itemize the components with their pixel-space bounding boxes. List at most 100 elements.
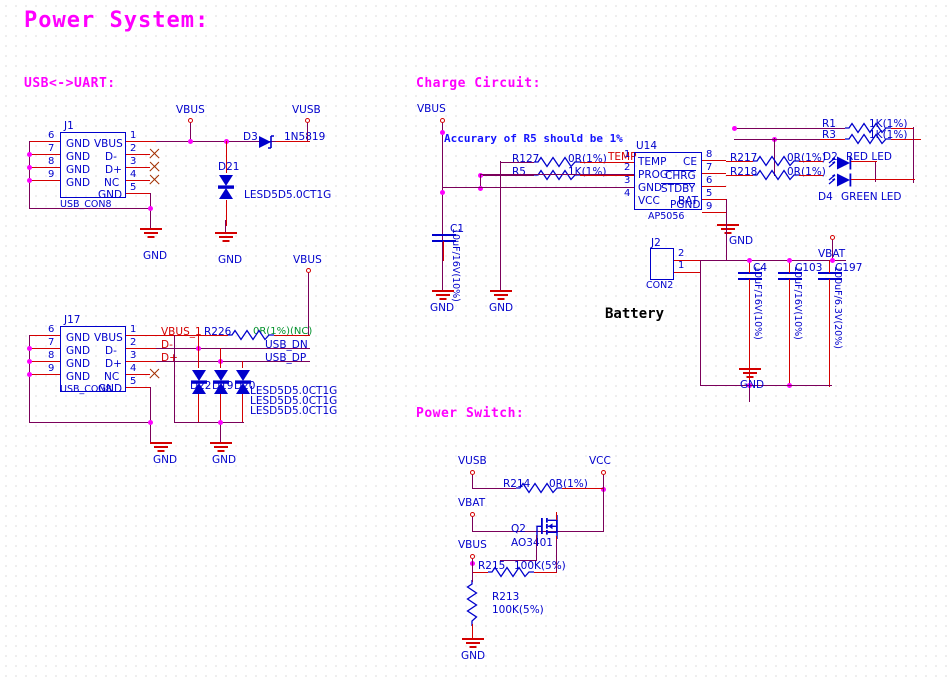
j17-gnd-to-symbol	[150, 422, 152, 442]
d2-lead-right	[851, 160, 877, 162]
d20-lead-bottom	[242, 394, 244, 422]
j17-pin-label-gnd-6: GND	[66, 332, 91, 344]
vusb-port-drop	[307, 123, 309, 141]
r217-lead-left	[726, 160, 753, 162]
vusb-switch-drop	[472, 475, 474, 488]
j1-noconnect-4	[148, 174, 160, 185]
r226-lead-left	[156, 334, 228, 336]
junction	[148, 206, 153, 211]
r214-lead-left	[472, 487, 516, 489]
q2-gate-drop	[536, 535, 538, 560]
d21-gnd-drop	[225, 220, 227, 232]
component-u14-value: AP5056	[648, 211, 685, 222]
j17-pin-num-9: 9	[48, 363, 55, 374]
vbus1-drop	[174, 335, 176, 423]
u14-pin-num-9: 9	[706, 201, 713, 212]
battery-caption: Battery	[605, 306, 665, 322]
resistor-r3-symbol	[845, 133, 891, 145]
net-label-dminus: D-	[161, 339, 173, 351]
j1-lead-1	[126, 140, 156, 142]
junction	[27, 164, 32, 170]
u14-lead-stdby	[702, 185, 726, 187]
junction	[148, 420, 153, 425]
gnd-label: GND	[489, 302, 514, 314]
j1-pin-num-7: 7	[48, 143, 55, 154]
u14-pin-label-chrg: CHRG	[665, 170, 696, 182]
resistor-r218-symbol	[753, 169, 799, 181]
u14-pin-label-gnd: GND	[638, 182, 663, 194]
r218-lead-right	[799, 174, 823, 176]
d3-lead-right	[276, 140, 310, 142]
r3-lead-left	[820, 138, 845, 140]
component-j1-ref: J1	[64, 120, 74, 132]
j2-pin-num-2: 2	[678, 248, 685, 259]
gnd-symbol	[717, 224, 739, 235]
j17-lead-2	[126, 347, 156, 349]
net-label-vbus-switch: VBUS	[458, 539, 487, 551]
j1-pin-label-gnd-8: GND	[66, 164, 91, 176]
led-d2-symbol	[827, 155, 853, 170]
j17-pin-num-7: 7	[48, 337, 55, 348]
note-r5-accuracy: Accurary of R5 should be 1%	[444, 132, 623, 145]
section-title-charge: Charge Circuit:	[416, 76, 541, 91]
j1-lead-7	[30, 153, 60, 155]
section-title-power-switch: Power Switch:	[416, 406, 525, 421]
d19-lead-top	[220, 348, 222, 368]
gnd-label: GND	[729, 235, 754, 247]
u14-pin-label-vcc: VCC	[638, 195, 660, 207]
j1-lead-2	[126, 153, 150, 155]
gnd-label: GND	[461, 650, 486, 662]
j1-lead-5	[126, 192, 150, 194]
mosfet-q2-symbol	[535, 515, 571, 541]
gnd-symbol	[462, 638, 484, 649]
r-gnd-drop	[500, 255, 502, 290]
j1-pin-num-8: 8	[48, 156, 55, 167]
gnd-label: GND	[212, 454, 237, 466]
j17-pin-num-2: 2	[130, 337, 137, 348]
j17-lead-5	[126, 386, 150, 388]
j17-pin-label-gnd-8: GND	[66, 358, 91, 370]
r1-lead-left	[734, 127, 845, 129]
r3-net-left	[734, 138, 820, 140]
component-j17-ref: J17	[64, 314, 81, 326]
usb-dp-net	[156, 360, 310, 362]
d22-lead-bottom	[198, 394, 200, 422]
j17-pin-num-6: 6	[48, 324, 55, 335]
j17-pin-num-3: 3	[130, 350, 137, 361]
gnd-symbol	[215, 232, 237, 243]
j17-pin-label-vbus: VBUS	[94, 332, 123, 344]
j1-pin-label-dplus: D+	[105, 164, 122, 176]
component-u14-ref: U14	[636, 140, 658, 152]
j1-pin-label-gnd-7: GND	[66, 151, 91, 163]
j1-gnd-to-symbol	[150, 208, 152, 228]
component-d21-ref: D21	[218, 161, 240, 173]
r1-node-drop	[913, 127, 915, 183]
q2-lead-source	[556, 512, 558, 520]
j17-pin5-gnd-drop	[150, 387, 152, 423]
component-j2-value: CON2	[646, 280, 674, 291]
net-label-vcc: VCC	[589, 455, 611, 467]
net-label-vbus-charge: VBUS	[417, 103, 446, 115]
j1-pin-label-nc: NC	[104, 177, 120, 189]
component-j2-body	[650, 248, 674, 280]
r215-lead-left	[472, 571, 488, 573]
component-c103-value: 10uF/16V(10%)	[792, 266, 803, 340]
j2-lead-2	[674, 259, 700, 261]
r215-to-gate	[556, 559, 558, 572]
j17-gnd-bus-horizontal	[29, 422, 151, 424]
junction	[27, 151, 32, 157]
net-label-vbat-switch: VBAT	[458, 497, 486, 509]
j17-pin-label-dplus: D+	[105, 358, 122, 370]
net-label-vbus-top: VBUS	[176, 104, 205, 116]
j1-pin-num-1: 1	[130, 130, 137, 141]
u14-pin-num-8: 8	[706, 149, 713, 160]
r214-lead-right	[562, 487, 603, 489]
tvs-d21-symbol	[216, 173, 236, 203]
gnd-symbol	[739, 368, 761, 379]
j17-pin-num-4: 4	[130, 363, 137, 374]
r213-lead-top	[471, 560, 473, 582]
net-label-vbus-mid: VBUS	[293, 254, 322, 266]
r127-lead-left	[500, 161, 534, 163]
resistor-r217-symbol	[753, 155, 799, 167]
j1-pin-num-5: 5	[130, 182, 137, 193]
